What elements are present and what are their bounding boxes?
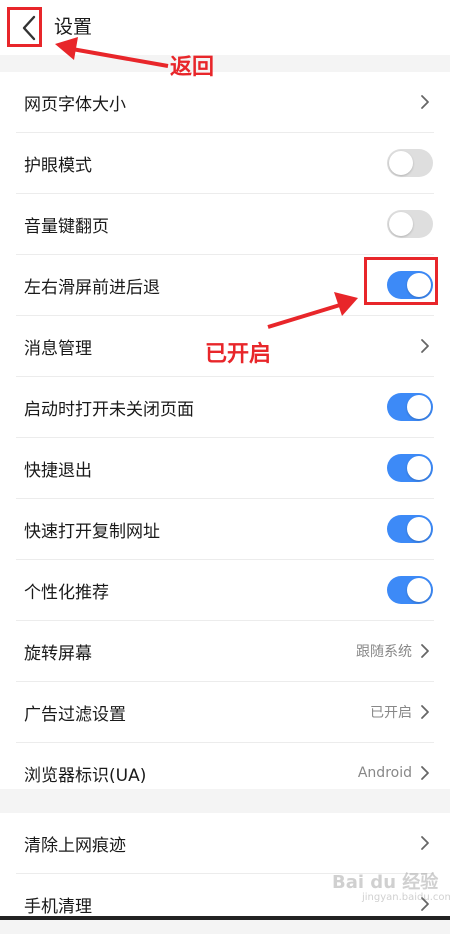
annotation-back-label: 返回 [170,55,215,80]
setting-label: 左右滑屏前进后退 [24,277,160,298]
chevron-right-icon [421,836,429,850]
setting-label: 护眼模式 [24,155,92,176]
setting-toggle[interactable] [387,454,433,482]
setting-label: 广告过滤设置 [24,704,126,725]
toggle-knob [407,517,431,541]
toggle-knob [407,456,431,480]
setting-row[interactable]: 启动时打开未关闭页面 [16,377,434,438]
chevron-right-icon [421,644,429,658]
setting-row[interactable]: 个性化推荐 [16,560,434,621]
setting-label: 浏览器标识(UA) [24,765,147,786]
watermark-url: jingyan.baidu.com [362,892,450,903]
toggle-knob [407,395,431,419]
back-highlight-box [7,7,42,47]
header-bar: 设置 [0,0,450,55]
chevron-right-icon [421,339,429,353]
bottom-edge [0,916,450,920]
settings-group-privacy: 清除上网痕迹 手机清理 [0,813,450,920]
toggle-knob [389,212,413,236]
setting-label: 快捷退出 [24,460,92,481]
setting-toggle[interactable] [387,576,433,604]
annotation-enabled-label: 已开启 [205,342,272,367]
setting-row[interactable]: 网页字体大小 [16,72,434,133]
setting-row[interactable]: 快捷退出 [16,438,434,499]
setting-value: Android [357,765,412,781]
setting-row[interactable]: 音量键翻页 [16,194,434,255]
setting-value: 跟随系统 [356,644,412,660]
watermark-logo: Bai du 经验 [332,872,439,893]
chevron-right-icon [421,766,429,780]
setting-row[interactable]: 旋转屏幕 跟随系统 [16,621,434,682]
setting-row[interactable]: 护眼模式 [16,133,434,194]
setting-toggle[interactable] [387,393,433,421]
setting-toggle[interactable] [387,515,433,543]
setting-label: 个性化推荐 [24,582,109,603]
chevron-right-icon [421,95,429,109]
toggle-knob [407,578,431,602]
setting-toggle[interactable] [387,210,433,238]
setting-label: 清除上网痕迹 [24,835,126,856]
setting-toggle[interactable] [387,149,433,177]
settings-group-main: 网页字体大小 护眼模式 音量键翻页 左右滑屏前进后退 消息管理 启动时打开未关闭页面 快捷退… [0,72,450,789]
setting-label: 手机清理 [24,896,92,917]
setting-row[interactable]: 清除上网痕迹 [16,813,434,874]
setting-label: 音量键翻页 [24,216,109,237]
setting-row[interactable]: 广告过滤设置 已开启 [16,682,434,743]
setting-label: 网页字体大小 [24,94,126,115]
setting-label: 启动时打开未关闭页面 [24,399,194,420]
setting-label: 旋转屏幕 [24,643,92,664]
setting-row[interactable]: 快速打开复制网址 [16,499,434,560]
setting-row[interactable]: 浏览器标识(UA) Android [16,743,434,803]
toggle-knob [389,151,413,175]
page-title: 设置 [54,16,93,38]
setting-value: 已开启 [370,705,412,721]
toggle-highlight-box [364,257,438,305]
chevron-right-icon [421,705,429,719]
setting-label: 快速打开复制网址 [24,521,160,542]
